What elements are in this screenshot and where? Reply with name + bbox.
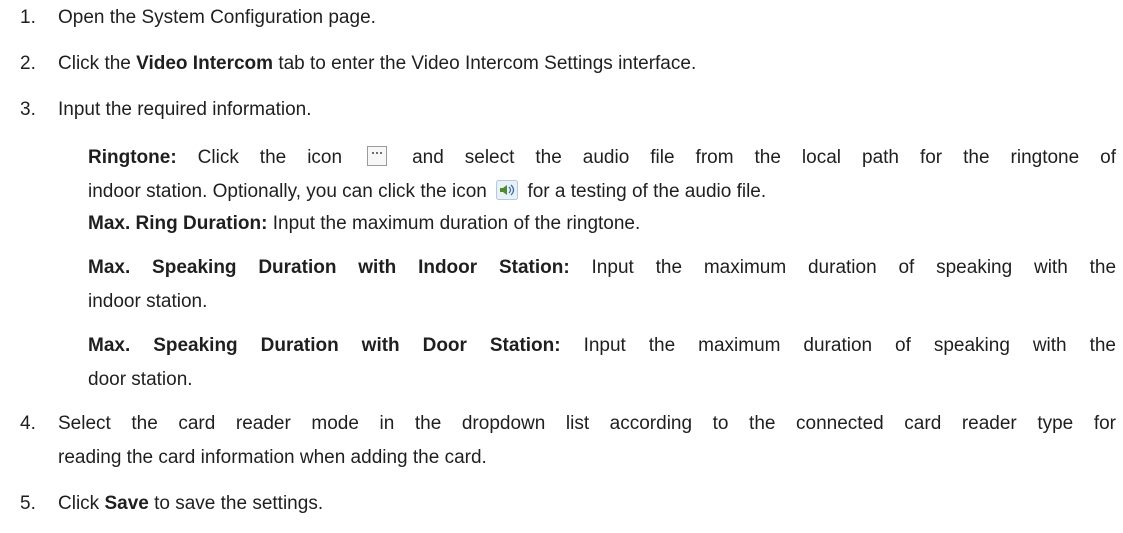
step-number: 2. [20,53,36,74]
video-intercom-tab-ref: Video Intercom [136,53,274,74]
ellipsis-browse-icon [367,146,388,171]
max-speaking-door-description: Max. Speaking Duration with Door Station… [88,335,1116,356]
max-speaking-indoor-cont: indoor station. [88,291,208,312]
max-speaking-door-cont: door station. [88,369,193,390]
step-3-text: Input the required information. [58,99,312,120]
ringtone-label: Ringtone: [88,147,177,168]
step-1-text: Open the System Configuration page. [58,7,376,28]
max-ring-duration-description: Max. Ring Duration: Input the maximum du… [88,213,641,234]
max-speaking-door-label: Max. Speaking Duration with Door Station… [88,335,561,356]
step-5-text: Click Save to save the settings. [58,493,324,514]
ringtone-description: Ringtone: Click the icon and select the … [88,146,1116,171]
step-number: 1. [20,7,36,28]
step-number: 5. [20,493,36,514]
step-number: 3. [20,99,36,120]
max-ring-duration-label: Max. Ring Duration: [88,213,268,234]
max-speaking-indoor-label: Max. Speaking Duration with Indoor Stati… [88,257,570,278]
ringtone-description-cont: indoor station. Optionally, you can clic… [88,180,766,205]
step-number: 4. [20,413,36,434]
step-4-text: Select the card reader mode in the dropd… [58,413,1116,434]
step-2-text: Click the Video Intercom tab to enter th… [58,53,697,74]
max-speaking-indoor-description: Max. Speaking Duration with Indoor Stati… [88,257,1117,278]
save-button-ref: Save [104,493,149,514]
step-4-text-cont: reading the card information when adding… [58,447,487,468]
speaker-play-icon [496,180,519,205]
